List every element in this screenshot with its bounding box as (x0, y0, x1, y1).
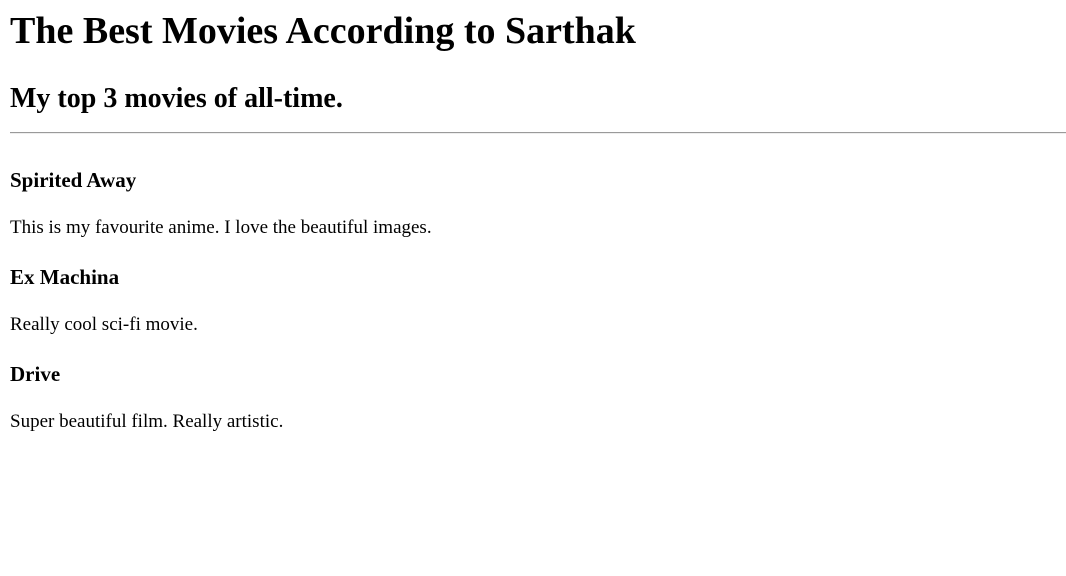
movie-title-ex-machina: Ex Machina (10, 265, 120, 289)
divider (10, 132, 1066, 134)
page-subtitle: My top 3 movies of all-time. (10, 83, 343, 114)
movie-title-drive: Drive (10, 362, 61, 386)
movie-title-spirited-away: Spirited Away (10, 168, 137, 192)
movie-description-drive: Super beautiful film. Really artistic. (10, 411, 284, 432)
movie-description-spirited-away: This is my favourite anime. I love the b… (10, 217, 432, 238)
page-title: The Best Movies According to Sarthak (10, 10, 636, 52)
movie-description-ex-machina: Really cool sci-fi movie. (10, 314, 198, 335)
page: The Best Movies According to Sarthak My … (0, 0, 1066, 576)
